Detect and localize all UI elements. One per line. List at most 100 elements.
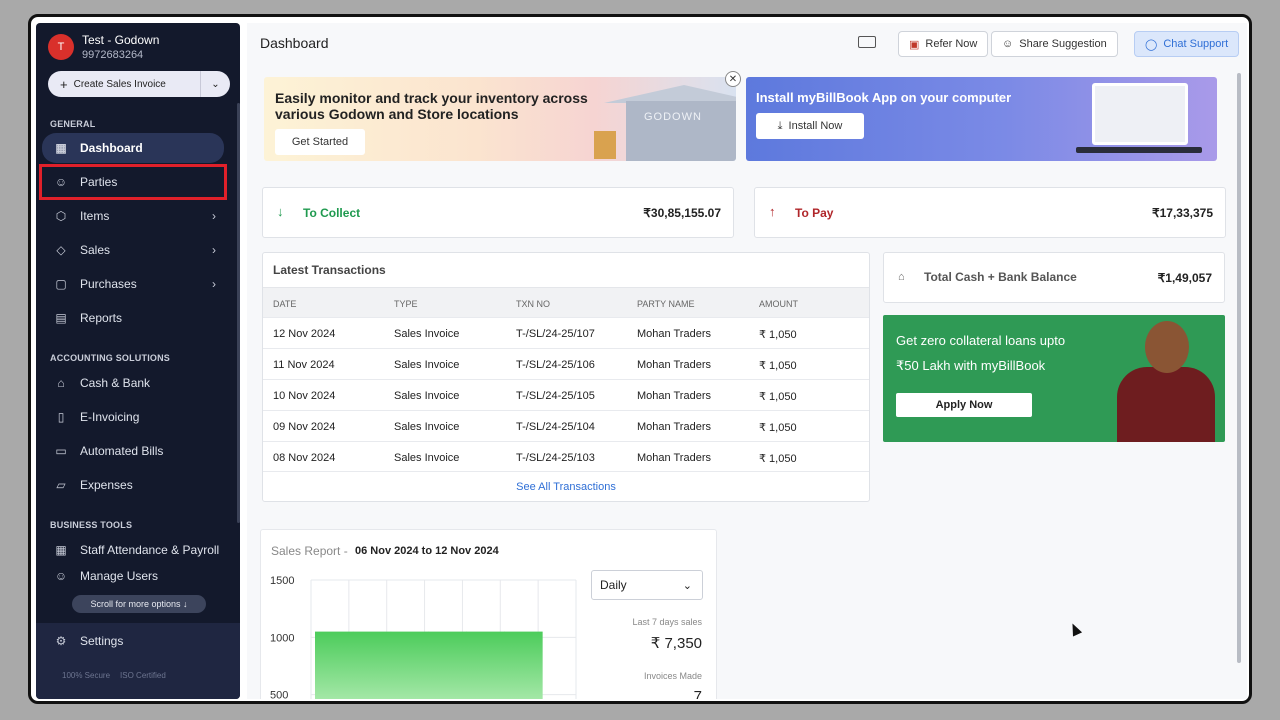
chart-bar[interactable] bbox=[315, 631, 354, 699]
y-tick-label: 1500 bbox=[270, 575, 294, 587]
txn-number: T-/SL/24-25/103 bbox=[516, 452, 595, 464]
sidebar-item-expenses[interactable]: ▱ Expenses bbox=[42, 470, 224, 500]
chevron-down-icon[interactable]: ⌄ bbox=[200, 71, 230, 97]
sidebar-item-label: Items bbox=[80, 209, 110, 223]
chart-bar[interactable] bbox=[504, 631, 543, 699]
sidebar-scrollbar[interactable] bbox=[237, 103, 240, 523]
sidebar-item-label: Sales bbox=[80, 243, 111, 257]
cash-bank-label: Total Cash + Bank Balance bbox=[924, 270, 1077, 284]
gear-icon: ⚙ bbox=[55, 634, 67, 648]
apply-now-button[interactable]: Apply Now bbox=[896, 393, 1032, 417]
share-suggestion-button[interactable]: ☺ Share Suggestion bbox=[991, 31, 1118, 57]
chart-bar[interactable] bbox=[466, 631, 505, 699]
calendar-icon: ▦ bbox=[55, 543, 67, 557]
tag-icon: ◇ bbox=[56, 243, 66, 257]
main-content: Dashboard ▣ Refer Now ☺ Share Suggestion… bbox=[247, 23, 1247, 699]
sidebar-item-settings[interactable]: ⚙ Settings bbox=[42, 626, 224, 656]
gift-icon: ▣ bbox=[909, 38, 920, 51]
sidebar-item-label: Staff Attendance & Payroll bbox=[80, 543, 220, 557]
chart-bar[interactable] bbox=[428, 631, 467, 699]
sidebar-item-reports[interactable]: ▤ Reports bbox=[42, 303, 224, 333]
person-illustration-body bbox=[1117, 367, 1215, 442]
chart-bar[interactable] bbox=[390, 631, 430, 699]
y-tick-label: 500 bbox=[270, 690, 288, 699]
table-row[interactable]: 10 Nov 2024 Sales Invoice T-/SL/24-25/105 M… bbox=[263, 379, 869, 410]
to-pay-label: To Pay bbox=[795, 206, 834, 220]
transactions-header-row: DATE TYPE TXN NO PARTY NAME AMOUNT bbox=[263, 287, 869, 317]
sidebar-item-sales[interactable]: ◇ Sales › bbox=[42, 235, 224, 265]
sidebar-item-manage-users[interactable]: ☺ Manage Users bbox=[42, 569, 224, 583]
txn-type: Sales Invoice bbox=[394, 452, 460, 464]
section-accounting: ACCOUNTING SOLUTIONS bbox=[50, 353, 170, 363]
loan-line2: ₹50 Lakh with myBillBook bbox=[896, 358, 1046, 373]
txn-type: Sales Invoice bbox=[394, 421, 460, 433]
txn-party: Mohan Traders bbox=[637, 359, 711, 371]
sidebar-item-label: Dashboard bbox=[80, 141, 143, 155]
secure-badge: 100% Secure bbox=[62, 671, 111, 680]
see-all-transactions-link[interactable]: See All Transactions bbox=[263, 471, 869, 501]
sidebar: T Test - Godown 9972683264 + Create Sale… bbox=[36, 23, 240, 699]
scroll-hint[interactable]: Scroll for more options ↓ bbox=[72, 595, 206, 613]
txn-type: Sales Invoice bbox=[394, 390, 460, 402]
install-now-button[interactable]: ⤓ Install Now bbox=[756, 113, 864, 139]
to-collect-card[interactable]: ↓ To Collect ₹30,85,155.07 bbox=[262, 187, 734, 238]
get-started-button[interactable]: Get Started bbox=[275, 129, 365, 155]
laptop-base-illustration bbox=[1076, 147, 1202, 153]
refer-now-label: Refer Now bbox=[925, 38, 978, 50]
box-icon: ⬡ bbox=[55, 209, 67, 223]
table-row[interactable]: 12 Nov 2024 Sales Invoice T-/SL/24-25/107 M… bbox=[263, 317, 869, 348]
txn-number: T-/SL/24-25/107 bbox=[516, 328, 595, 340]
sidebar-item-label: Cash & Bank bbox=[80, 376, 151, 390]
sidebar-item-cash-bank[interactable]: ⌂ Cash & Bank bbox=[42, 368, 224, 398]
column-header: TXN NO bbox=[516, 299, 551, 309]
txn-type: Sales Invoice bbox=[394, 359, 460, 371]
sidebar-item-items[interactable]: ⬡ Items › bbox=[42, 201, 224, 231]
table-row[interactable]: 08 Nov 2024 Sales Invoice T-/SL/24-25/103 M… bbox=[263, 441, 869, 472]
txn-party: Mohan Traders bbox=[637, 390, 711, 402]
godown-banner[interactable]: Easily monitor and track your inventory … bbox=[264, 77, 736, 161]
to-pay-card[interactable]: ↑ To Pay ₹17,33,375 bbox=[754, 187, 1226, 238]
txn-type: Sales Invoice bbox=[394, 328, 460, 340]
boxes-illustration bbox=[594, 131, 616, 159]
column-header: TYPE bbox=[394, 299, 418, 309]
sidebar-item-dashboard[interactable]: ▦ Dashboard bbox=[42, 133, 224, 163]
invoices-value: 7 bbox=[693, 688, 702, 699]
close-icon[interactable]: ✕ bbox=[725, 71, 741, 87]
sidebar-item-einvoicing[interactable]: ▯ E-Invoicing bbox=[42, 402, 224, 432]
table-row[interactable]: 09 Nov 2024 Sales Invoice T-/SL/24-25/104 M… bbox=[263, 410, 869, 441]
section-general: GENERAL bbox=[50, 119, 96, 129]
sidebar-item-automated-bills[interactable]: ▭ Automated Bills bbox=[42, 436, 224, 466]
to-collect-amount: ₹30,85,155.07 bbox=[643, 206, 721, 220]
sidebar-item-label: Manage Users bbox=[80, 569, 159, 583]
column-header: DATE bbox=[273, 299, 297, 309]
chevron-right-icon: › bbox=[212, 277, 216, 291]
table-row[interactable]: 11 Nov 2024 Sales Invoice T-/SL/24-25/106 M… bbox=[263, 348, 869, 379]
warehouse-illustration bbox=[626, 101, 736, 161]
refer-now-button[interactable]: ▣ Refer Now bbox=[898, 31, 989, 57]
sidebar-item-parties[interactable]: ☺ Parties bbox=[39, 164, 227, 200]
create-sales-invoice-button[interactable]: + Create Sales Invoice ⌄ bbox=[48, 71, 230, 97]
last7-value: ₹ 7,350 bbox=[650, 635, 702, 652]
txn-number: T-/SL/24-25/104 bbox=[516, 421, 595, 433]
sidebar-item-purchases[interactable]: ▢ Purchases › bbox=[42, 269, 224, 299]
main-scrollbar[interactable] bbox=[1237, 73, 1241, 663]
chart-bar[interactable] bbox=[352, 631, 392, 699]
chevron-right-icon: › bbox=[212, 209, 216, 223]
iso-badge: ISO Certified bbox=[120, 671, 166, 680]
install-app-banner[interactable]: Install myBillBook App on your computer … bbox=[746, 77, 1217, 161]
chat-support-button[interactable]: ◯ Chat Support bbox=[1134, 31, 1240, 57]
business-switcher[interactable]: T Test - Godown 9972683264 bbox=[48, 33, 159, 61]
loan-banner[interactable]: Get zero collateral loans upto ₹50 Lakh … bbox=[883, 315, 1225, 442]
txn-date: 12 Nov 2024 bbox=[273, 328, 336, 340]
business-phone: 9972683264 bbox=[82, 49, 144, 61]
bank-icon: ⌂ bbox=[57, 376, 65, 390]
txn-party: Mohan Traders bbox=[637, 421, 711, 433]
cash-bank-balance-card[interactable]: ⌂ Total Cash + Bank Balance ₹1,49,057 bbox=[883, 252, 1225, 303]
keyboard-shortcuts-icon[interactable] bbox=[858, 36, 876, 48]
txn-party: Mohan Traders bbox=[637, 452, 711, 464]
sidebar-footer: ⚙ Settings 100% Secure ISO Certified bbox=[36, 623, 240, 699]
period-select[interactable]: Daily ⌄ bbox=[591, 570, 703, 600]
txn-party: Mohan Traders bbox=[637, 328, 711, 340]
sidebar-item-staff[interactable]: ▦ Staff Attendance & Payroll bbox=[42, 535, 224, 565]
dashboard-icon: ▦ bbox=[55, 141, 67, 155]
